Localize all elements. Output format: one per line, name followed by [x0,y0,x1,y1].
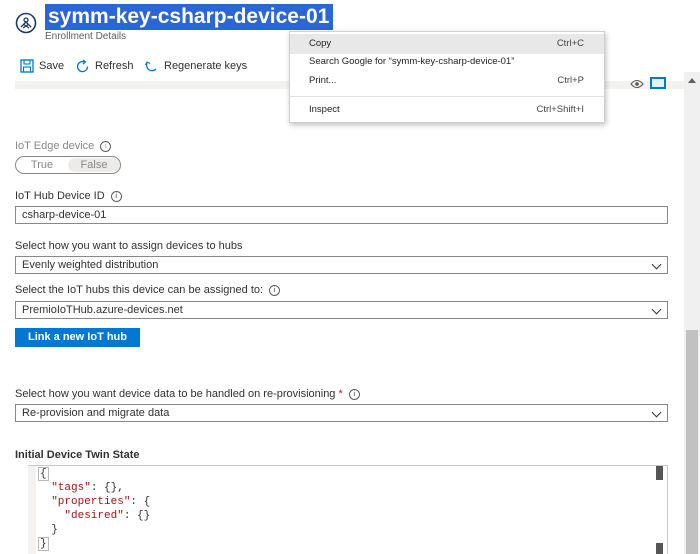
context-menu-copy[interactable]: Copy Ctrl+C [290,34,604,54]
scroll-up-icon[interactable] [688,78,696,83]
page-title: symm-key-csharp-device-01 [45,4,334,30]
device-twin-title: Initial Device Twin State [15,449,140,461]
menu-item-label: Copy [309,38,332,49]
menu-item-shortcut: Ctrl+Shift+I [536,104,584,115]
menu-item-shortcut: Ctrl+P [557,75,584,86]
chevron-down-icon [651,259,662,270]
code-brace: { [38,467,49,481]
device-id-field[interactable]: csharp-device-01 [15,206,668,224]
assign-policy-select[interactable]: Evenly weighted distribution [15,256,668,274]
toggle-true-option[interactable]: True [16,157,68,173]
info-icon[interactable]: i [110,191,122,202]
info-icon[interactable]: i [100,141,112,152]
info-icon[interactable]: i [348,389,360,400]
menu-item-shortcut: Ctrl+C [556,38,584,49]
regenerate-keys-button[interactable]: Regenerate keys [144,57,247,75]
menu-item-label: Inspect [309,104,340,115]
save-button[interactable]: Save [20,57,64,75]
code-text: } [51,524,58,536]
iot-hubs-select[interactable]: PremioIoTHub.azure-devices.net [15,301,668,319]
device-id-label-text: IoT Hub Device ID [15,190,105,202]
editor-scrollbar-bottom[interactable] [656,543,663,554]
chevron-down-icon [651,407,662,418]
iot-hubs-label: Select the IoT hubs this device can be a… [15,284,281,296]
toggle-false-option[interactable]: False [68,158,120,172]
context-menu: Copy Ctrl+C Search Google for “symm-key-… [289,31,605,123]
save-label: Save [39,60,65,72]
refresh-label: Refresh [95,60,134,72]
required-mark: * [338,388,343,400]
code-line: "properties": { [38,495,150,509]
info-icon[interactable]: i [269,285,281,296]
code-key: "desired" [64,510,124,522]
menu-separator [290,96,604,97]
code-line: } [38,523,58,537]
code-text: : {} [123,510,151,522]
code-line: "desired": {} [38,509,150,523]
code-line: } [38,537,49,551]
regenerate-label: Regenerate keys [164,60,248,72]
menu-item-label: Print... [309,75,337,86]
code-brace: } [38,537,49,551]
code-text: : {}, [90,482,124,494]
iot-edge-label-text: IoT Edge device [15,140,95,152]
reprovision-label: Select how you want device data to be ha… [15,388,360,400]
page-subtitle: Enrollment Details [45,31,127,42]
device-id-label: IoT Hub Device ID i [15,190,122,202]
iot-edge-toggle[interactable]: True False [15,156,121,174]
iot-hubs-label-text: Select the IoT hubs this device can be a… [15,284,264,296]
menu-item-label: Search Google for “symm-key-csharp-devic… [309,56,515,67]
reprovision-value: Re-provision and migrate data [22,407,170,419]
reprovision-label-text: Select how you want device data to be ha… [15,388,336,400]
assign-policy-label: Select how you want to assign devices to… [15,240,243,252]
code-text: : { [130,496,151,508]
code-line: "tags": {}, [38,481,124,495]
context-menu-inspect[interactable]: Inspect Ctrl+Shift+I [290,100,604,120]
iot-hubs-value: PremioIoTHub.azure-devices.net [22,304,183,316]
scrollbar-thumb[interactable] [686,330,698,554]
context-menu-print[interactable]: Print... Ctrl+P [290,71,604,91]
enrollment-icon [15,12,37,34]
refresh-icon [76,59,89,72]
link-iot-hub-button[interactable]: Link a new IoT hub [15,328,140,347]
save-icon [20,59,34,73]
code-key: "properties" [51,496,131,508]
refresh-button[interactable]: Refresh [75,57,134,75]
chevron-down-icon [651,304,662,315]
regenerate-icon [144,60,157,71]
iot-edge-label: IoT Edge device i [15,140,112,152]
code-line: { [38,467,49,481]
assign-policy-value: Evenly weighted distribution [22,259,159,271]
context-menu-search-google[interactable]: Search Google for “symm-key-csharp-devic… [290,52,604,72]
editor-scrollbar[interactable] [656,466,663,480]
panel-toggle-icon[interactable] [650,77,666,89]
code-key: "tags" [51,482,91,494]
eye-icon[interactable] [630,79,644,89]
reprovision-select[interactable]: Re-provision and migrate data [15,404,668,422]
editor-gutter [28,466,36,554]
